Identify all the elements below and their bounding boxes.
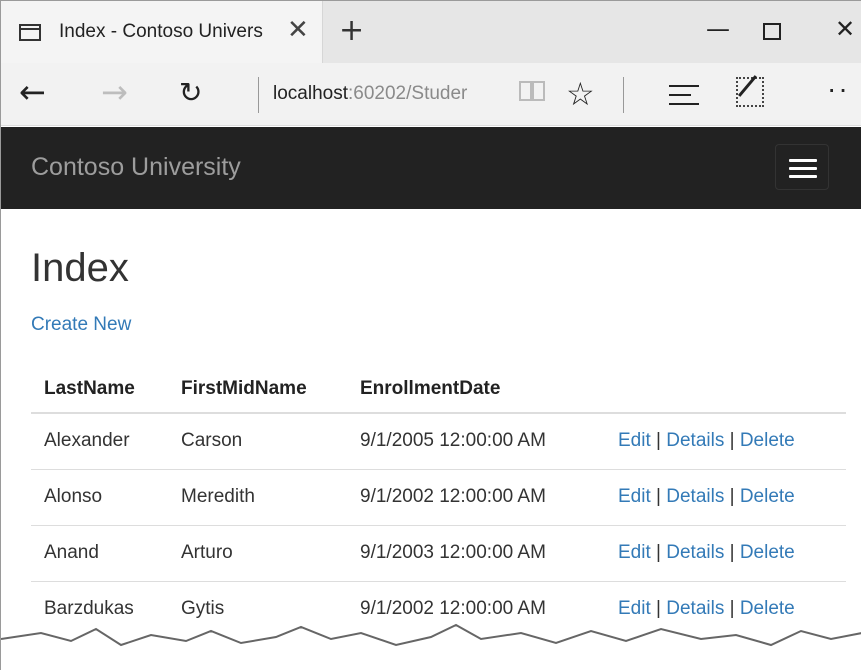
- cell-firstmidname: Arturo: [168, 524, 347, 581]
- details-link[interactable]: Details: [666, 542, 724, 563]
- header-enrollmentdate: EnrollmentDate: [347, 365, 605, 414]
- page-icon: [19, 24, 41, 41]
- cell-enrollmentdate: 9/1/2003 12:00:00 AM: [347, 524, 605, 581]
- separator: |: [656, 542, 661, 563]
- header-firstmidname: FirstMidName: [168, 365, 347, 414]
- cell-actions: Edit | Details | Delete: [605, 468, 846, 525]
- cell-enrollmentdate: 9/1/2005 12:00:00 AM: [347, 412, 605, 469]
- details-link[interactable]: Details: [666, 430, 724, 451]
- divider: [258, 77, 259, 113]
- book-icon: [519, 81, 545, 101]
- header-actions: [605, 365, 846, 414]
- edit-link[interactable]: Edit: [618, 542, 651, 563]
- separator: |: [656, 430, 661, 452]
- cell-firstmidname: Meredith: [168, 468, 347, 525]
- table-row: Alonso Meredith 9/1/2002 12:00:00 AM Edi…: [31, 468, 846, 525]
- table-row: Alexander Carson 9/1/2005 12:00:00 AM Ed…: [31, 412, 846, 469]
- url-field[interactable]: localhost:60202/Studer: [273, 83, 497, 105]
- cell-actions: Edit | Details | Delete: [605, 524, 846, 581]
- delete-link[interactable]: Delete: [740, 430, 795, 451]
- web-note-icon[interactable]: [736, 77, 764, 107]
- hamburger-bar: [789, 175, 817, 178]
- back-button[interactable]: ←: [19, 73, 46, 111]
- divider: [623, 77, 624, 113]
- favorite-star-icon[interactable]: ☆: [566, 75, 595, 113]
- more-icon[interactable]: ··: [827, 73, 850, 105]
- tab-bar: Index - Contoso Univers ✕ + — ✕: [1, 1, 861, 63]
- cell-actions: Edit | Details | Delete: [605, 412, 846, 469]
- separator: |: [656, 486, 661, 507]
- hamburger-bar: [789, 167, 817, 170]
- create-new-link[interactable]: Create New: [31, 314, 131, 336]
- url-path: :60202/Studer: [348, 83, 468, 104]
- page-title: Index: [31, 246, 129, 290]
- site-navbar: Contoso University: [1, 127, 861, 209]
- navbar-toggle-button[interactable]: [775, 144, 829, 190]
- cell-lastname: Alonso: [31, 468, 168, 525]
- students-table: LastName FirstMidName EnrollmentDate Ale…: [31, 365, 846, 637]
- close-tab-icon[interactable]: ✕: [287, 15, 309, 45]
- delete-link[interactable]: Delete: [740, 486, 795, 507]
- separator: |: [729, 430, 735, 452]
- table-row: Anand Arturo 9/1/2003 12:00:00 AM Edit |…: [31, 524, 846, 581]
- brand-link[interactable]: Contoso University: [31, 153, 241, 182]
- edit-link[interactable]: Edit: [618, 430, 651, 451]
- torn-edge-decoration: [1, 623, 861, 670]
- minimize-button[interactable]: —: [706, 15, 730, 43]
- hamburger-bar: [789, 159, 817, 162]
- refresh-button[interactable]: ↻: [179, 76, 202, 109]
- reading-view-icon[interactable]: [519, 80, 545, 108]
- header-lastname: LastName: [31, 365, 168, 414]
- cell-lastname: Alexander: [31, 412, 168, 469]
- edit-link[interactable]: Edit: [618, 486, 651, 507]
- details-link[interactable]: Details: [666, 486, 724, 507]
- cell-firstmidname: Carson: [168, 412, 347, 469]
- hub-icon[interactable]: [669, 85, 699, 105]
- cell-lastname: Anand: [31, 524, 168, 581]
- separator: |: [729, 486, 735, 507]
- browser-window: Index - Contoso Univers ✕ + — ✕ ← → ↻ lo…: [0, 0, 861, 670]
- cell-enrollmentdate: 9/1/2002 12:00:00 AM: [347, 468, 605, 525]
- tab-title: Index - Contoso Univers: [59, 21, 263, 42]
- url-host: localhost: [273, 83, 348, 104]
- new-tab-button[interactable]: +: [339, 13, 364, 48]
- close-window-button[interactable]: ✕: [835, 15, 855, 43]
- delete-link[interactable]: Delete: [740, 542, 795, 563]
- tab-index[interactable]: Index - Contoso Univers ✕: [1, 1, 323, 63]
- table-header-row: LastName FirstMidName EnrollmentDate: [31, 365, 846, 414]
- address-bar: ← → ↻ localhost:60202/Studer ☆ ··: [1, 63, 861, 126]
- forward-button[interactable]: →: [101, 73, 128, 111]
- separator: |: [729, 542, 735, 563]
- maximize-button[interactable]: [763, 23, 781, 40]
